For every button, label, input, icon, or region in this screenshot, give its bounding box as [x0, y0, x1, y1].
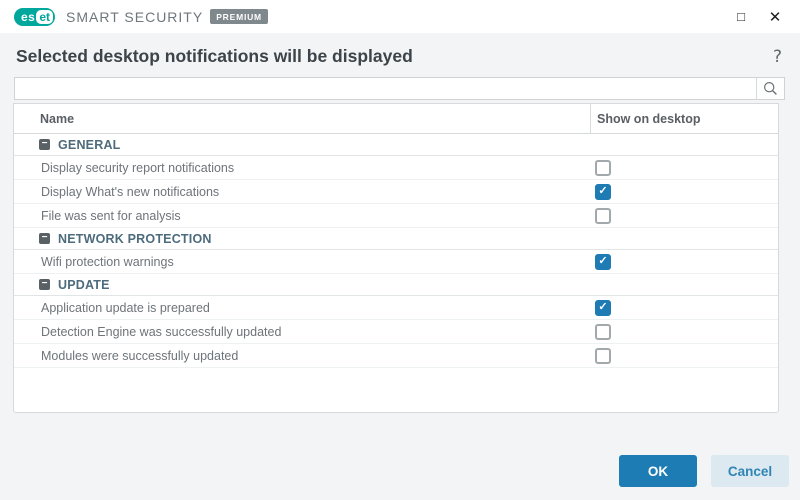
search-icon[interactable]: [756, 78, 784, 99]
eset-logo-text: et: [36, 10, 53, 24]
group-header-network-protection[interactable]: −NETWORK PROTECTION: [14, 228, 778, 250]
show-on-desktop-checkbox[interactable]: ✓: [595, 254, 611, 270]
title-bar: es et SMART SECURITY PREMIUM □ ✕: [0, 0, 800, 33]
table-row: Display security report notifications: [14, 156, 778, 180]
cancel-button[interactable]: Cancel: [711, 455, 789, 487]
group-header-update[interactable]: −UPDATE: [14, 274, 778, 296]
table-row: Application update is prepared✓: [14, 296, 778, 320]
row-name: Display security report notifications: [41, 161, 595, 175]
search-input[interactable]: [15, 78, 756, 99]
column-header-name: Name: [14, 104, 590, 133]
row-name: File was sent for analysis: [41, 209, 595, 223]
table-row: Wifi protection warnings✓: [14, 250, 778, 274]
table-row: Detection Engine was successfully update…: [14, 320, 778, 344]
eset-logo: es et: [14, 8, 55, 26]
table-body: −GENERALDisplay security report notifica…: [14, 134, 778, 368]
show-on-desktop-checkbox[interactable]: ✓: [595, 184, 611, 200]
show-on-desktop-checkbox[interactable]: [595, 324, 611, 340]
page-title: Selected desktop notifications will be d…: [16, 46, 773, 67]
show-on-desktop-checkbox[interactable]: [595, 208, 611, 224]
group-label: NETWORK PROTECTION: [58, 232, 212, 246]
row-name: Modules were successfully updated: [41, 349, 595, 363]
help-icon[interactable]: ?: [773, 47, 782, 67]
ok-button[interactable]: OK: [619, 455, 697, 487]
table-header: Name Show on desktop: [14, 104, 778, 134]
table-row: File was sent for analysis: [14, 204, 778, 228]
search-box[interactable]: [14, 77, 785, 100]
magnifier-icon: [763, 81, 778, 96]
show-on-desktop-checkbox[interactable]: ✓: [595, 300, 611, 316]
table-row: Modules were successfully updated: [14, 344, 778, 368]
premium-badge: PREMIUM: [210, 9, 268, 24]
row-name: Detection Engine was successfully update…: [41, 325, 595, 339]
show-on-desktop-checkbox[interactable]: [595, 160, 611, 176]
row-name: Display What's new notifications: [41, 185, 595, 199]
group-label: UPDATE: [58, 278, 110, 292]
collapse-icon[interactable]: −: [39, 279, 50, 290]
collapse-icon[interactable]: −: [39, 233, 50, 244]
row-name: Wifi protection warnings: [41, 255, 595, 269]
column-header-show-on-desktop: Show on desktop: [590, 104, 778, 133]
table-row: Display What's new notifications✓: [14, 180, 778, 204]
dialog-buttons: OK Cancel: [619, 455, 789, 487]
maximize-button[interactable]: □: [724, 3, 758, 31]
notifications-table: Name Show on desktop −GENERALDisplay sec…: [13, 103, 779, 413]
group-label: GENERAL: [58, 138, 121, 152]
group-header-general[interactable]: −GENERAL: [14, 134, 778, 156]
close-button[interactable]: ✕: [758, 3, 792, 31]
show-on-desktop-checkbox[interactable]: [595, 348, 611, 364]
product-name: SMART SECURITY: [66, 9, 203, 25]
eset-logo-text: es: [21, 8, 35, 26]
row-name: Application update is prepared: [41, 301, 595, 315]
collapse-icon[interactable]: −: [39, 139, 50, 150]
